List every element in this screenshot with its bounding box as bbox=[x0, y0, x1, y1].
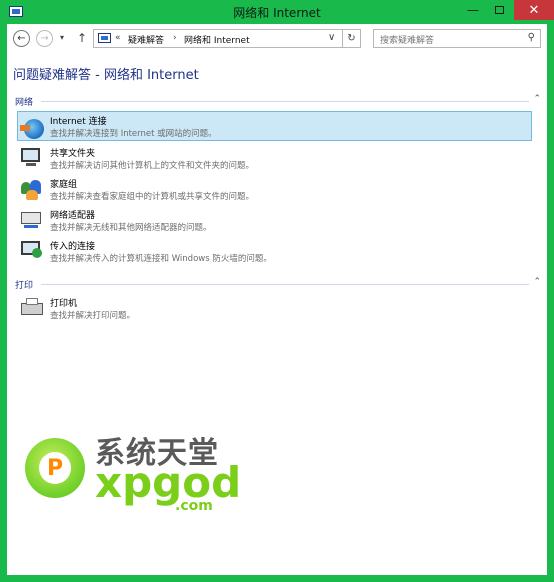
client-area: ← → ▾ ↑ « 疑难解答 › 网络和 Internet ∨ ↻ 搜索疑难解答… bbox=[7, 24, 547, 575]
troubleshooter-incoming-connections[interactable]: 传入的连接 查找并解决传入的计算机连接和 Windows 防火墙的问题。 bbox=[17, 236, 532, 266]
group-label: 网络 bbox=[15, 98, 34, 108]
group-header-printing: 打印 ⌃ bbox=[13, 277, 541, 291]
collapse-icon[interactable]: ⌃ bbox=[533, 277, 541, 287]
forward-arrow-icon: → bbox=[40, 33, 49, 44]
item-title: 打印机 bbox=[50, 299, 78, 309]
globe-icon bbox=[20, 115, 44, 139]
item-title: 家庭组 bbox=[50, 180, 78, 190]
group-divider bbox=[41, 101, 529, 102]
navigation-bar: ← → ▾ ↑ « 疑难解答 › 网络和 Internet ∨ ↻ 搜索疑难解答… bbox=[7, 24, 547, 54]
troubleshooter-shared-folders[interactable]: 共享文件夹 查找并解决访问其他计算机上的文件和文件夹的问题。 bbox=[17, 143, 532, 173]
up-button[interactable]: ↑ bbox=[77, 31, 87, 45]
incoming-connections-icon bbox=[20, 240, 44, 262]
troubleshooter-internet-connections[interactable]: Internet 连接 查找并解决连接到 Internet 或网站的问题。 bbox=[17, 111, 532, 141]
address-overflow-icon[interactable]: « bbox=[115, 33, 121, 43]
item-description: 查找并解决访问其他计算机上的文件和文件夹的问题。 bbox=[50, 161, 255, 171]
address-bar[interactable]: « 疑难解答 › 网络和 Internet ∨ bbox=[93, 29, 343, 48]
title-bar[interactable]: 网络和 Internet — ✕ bbox=[0, 0, 554, 24]
item-title: 传入的连接 bbox=[50, 242, 96, 252]
minimize-button[interactable]: — bbox=[460, 0, 486, 20]
item-description: 查找并解决连接到 Internet 或网站的问题。 bbox=[50, 129, 217, 139]
item-title: Internet 连接 bbox=[50, 117, 107, 127]
printer-icon bbox=[20, 297, 44, 319]
troubleshooter-network-adapter[interactable]: 网络适配器 查找并解决无线和其他网络适配器的问题。 bbox=[17, 205, 532, 235]
homegroup-icon bbox=[20, 178, 44, 200]
forward-button[interactable]: → bbox=[36, 30, 53, 47]
troubleshooter-printer[interactable]: 打印机 查找并解决打印问题。 bbox=[17, 293, 532, 323]
search-icon[interactable]: ⚲ bbox=[528, 32, 535, 43]
group-label: 打印 bbox=[15, 281, 34, 291]
breadcrumb-separator-icon[interactable]: › bbox=[173, 33, 177, 43]
item-description: 查找并解决查看家庭组中的计算机或共享文件的问题。 bbox=[50, 192, 255, 202]
recent-locations-button[interactable]: ▾ bbox=[60, 33, 64, 42]
watermark-domain: .com bbox=[175, 498, 213, 514]
back-button[interactable]: ← bbox=[13, 30, 30, 47]
search-input[interactable]: 搜索疑难解答 ⚲ bbox=[373, 29, 541, 48]
collapse-icon[interactable]: ⌃ bbox=[533, 94, 541, 104]
group-header-network: 网络 ⌃ bbox=[13, 94, 541, 108]
item-title: 共享文件夹 bbox=[50, 149, 96, 159]
watermark-en-text: xpgod bbox=[95, 458, 242, 507]
search-placeholder: 搜索疑难解答 bbox=[380, 36, 435, 46]
item-title: 网络适配器 bbox=[50, 211, 96, 221]
breadcrumb-troubleshooting[interactable]: 疑难解答 bbox=[128, 33, 164, 46]
minimize-icon: — bbox=[467, 3, 479, 17]
maximize-icon bbox=[494, 6, 504, 14]
back-arrow-icon: ← bbox=[17, 33, 26, 44]
troubleshooter-homegroup[interactable]: 家庭组 查找并解决查看家庭组中的计算机或共享文件的问题。 bbox=[17, 174, 532, 204]
window: 网络和 Internet — ✕ ← → ▾ ↑ « 疑难解答 › 网络和 In… bbox=[0, 0, 554, 582]
address-dropdown-icon[interactable]: ∨ bbox=[328, 32, 335, 43]
group-divider bbox=[41, 284, 529, 285]
item-description: 查找并解决传入的计算机连接和 Windows 防火墙的问题。 bbox=[50, 254, 272, 264]
breadcrumb-network-internet[interactable]: 网络和 Internet bbox=[184, 33, 250, 46]
maximize-button[interactable] bbox=[486, 0, 512, 20]
close-button[interactable]: ✕ bbox=[514, 0, 554, 20]
close-icon: ✕ bbox=[528, 2, 540, 18]
item-description: 查找并解决无线和其他网络适配器的问题。 bbox=[50, 223, 212, 233]
refresh-button[interactable]: ↻ bbox=[343, 29, 361, 48]
network-adapter-icon bbox=[20, 209, 44, 231]
shared-folder-icon bbox=[20, 147, 44, 169]
refresh-icon: ↻ bbox=[347, 33, 356, 44]
control-panel-icon bbox=[98, 33, 111, 43]
page-title: 问题疑难解答 - 网络和 Internet bbox=[13, 68, 199, 83]
item-description: 查找并解决打印问题。 bbox=[50, 311, 136, 321]
watermark-logo: P 系统天堂 xpgod .com bbox=[25, 428, 241, 523]
xpgod-logo-icon: P bbox=[25, 438, 85, 498]
